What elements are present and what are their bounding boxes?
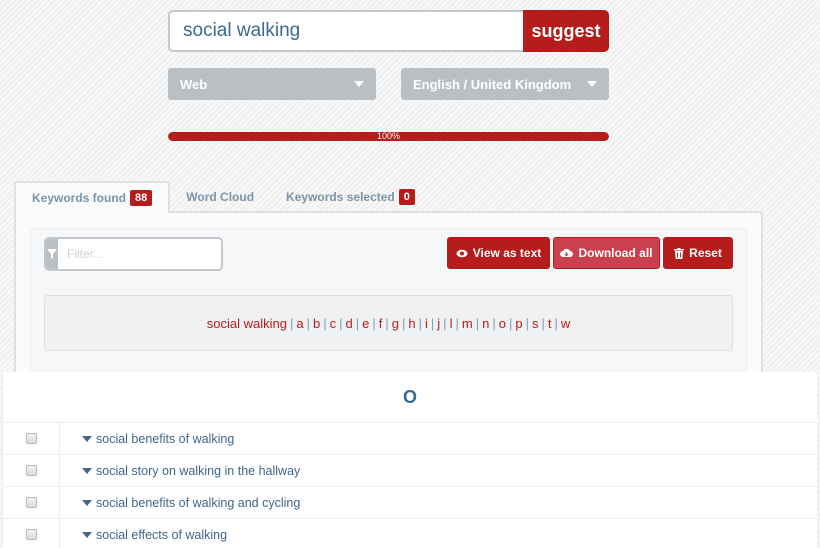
letter-link-c[interactable]: c [330, 316, 337, 331]
view-as-text-button[interactable]: View as text [447, 237, 550, 269]
keyword-toggle[interactable]: social benefits of walking [60, 432, 234, 446]
letter-link-s[interactable]: s [532, 316, 539, 331]
letter-separator: | [355, 315, 360, 331]
letter-link-a[interactable]: a [296, 316, 303, 331]
keyword-row: social effects of walking [3, 519, 817, 548]
letter-link-i[interactable]: i [425, 316, 428, 331]
letter-separator: | [306, 315, 310, 331]
letter-separator: | [475, 315, 480, 331]
letter-link-g[interactable]: g [392, 316, 399, 331]
letter-link-j[interactable]: j [437, 316, 440, 331]
letter-link-e[interactable]: e [362, 316, 369, 331]
letter-link-p[interactable]: p [515, 316, 522, 331]
letter-separator: | [541, 315, 545, 331]
letter-link-t[interactable]: t [548, 316, 552, 331]
letter-separator: | [372, 315, 376, 331]
checkbox-cell [3, 423, 60, 454]
letter-link-l[interactable]: l [450, 316, 453, 331]
keyword-row: social benefits of walking [3, 423, 817, 455]
suggest-button[interactable]: suggest [523, 10, 609, 52]
letter-separator: | [339, 315, 343, 331]
view-as-text-label: View as text [472, 246, 542, 260]
letter-link-b[interactable]: b [313, 316, 320, 331]
letter-separator: | [443, 315, 447, 331]
tab-word-cloud[interactable]: Word Cloud [170, 181, 270, 213]
keyword-toggle[interactable]: social story on walking in the hallway [60, 464, 300, 478]
letter-separator: | [525, 315, 529, 331]
keyword-checkbox[interactable] [25, 465, 37, 476]
letter-index: social walking | a | b | c | d | e | f | g | h | i | j | l | m | n… [44, 295, 733, 351]
eye-icon [456, 249, 468, 257]
letter-separator: | [401, 315, 406, 331]
letter-separator: | [323, 315, 327, 331]
trash-icon [674, 247, 685, 259]
checkbox-cell [3, 455, 60, 486]
search-bar: suggest [168, 10, 609, 52]
language-select-value: English / United Kingdom [413, 76, 572, 92]
caret-down-icon [82, 531, 92, 538]
keyword-checkbox[interactable] [25, 529, 37, 540]
keywords-found-badge: 88 [130, 190, 153, 206]
tab-keywords-found[interactable]: Keywords found 88 [14, 181, 171, 213]
keyword-row: social story on walking in the hallway [3, 455, 817, 487]
cloud-download-icon [560, 248, 574, 257]
letter-link-f[interactable]: f [379, 316, 383, 331]
letter-group-header: O [3, 372, 817, 423]
keyword-text: social story on walking in the hallway [96, 463, 301, 478]
tab-label: Word Cloud [186, 190, 255, 204]
keyword-checkbox[interactable] [25, 497, 37, 508]
source-select-value: Web [180, 76, 208, 92]
letter-separator: | [385, 315, 389, 331]
letter-separator: | [418, 315, 422, 331]
filter-icon [46, 239, 58, 269]
progress-label: 100% [376, 132, 401, 141]
tabs: Keywords found 88 Word Cloud Keywords se… [14, 181, 431, 213]
search-input[interactable] [168, 10, 523, 52]
keyword-checkbox[interactable] [25, 433, 37, 444]
filter-input[interactable] [58, 239, 221, 269]
letter-link-d[interactable]: d [345, 316, 352, 331]
keyword-toggle[interactable]: social effects of walking [60, 528, 227, 542]
download-all-label: Download all [578, 246, 653, 260]
progress-fill: 100% [168, 132, 609, 141]
progress-bar: 100% [168, 132, 609, 141]
tab-label: Keywords found [32, 191, 127, 205]
letter-link-m[interactable]: m [462, 316, 473, 331]
filter-field [44, 237, 223, 271]
chevron-down-icon [587, 81, 597, 87]
letter-separator: | [289, 315, 294, 331]
letter-separator: | [430, 315, 435, 331]
caret-down-icon [82, 499, 92, 506]
letter-separator: | [492, 315, 496, 331]
keyword-list: O social benefits of walking social story… [2, 372, 818, 548]
tab-label: Keywords selected [286, 190, 395, 204]
reset-label: Reset [689, 246, 722, 260]
keywords-selected-badge: 0 [398, 189, 415, 205]
source-select[interactable]: Web [168, 68, 376, 100]
reset-button[interactable]: Reset [663, 237, 733, 269]
letter-link-all[interactable]: social walking [207, 316, 287, 331]
letter-separator: | [508, 315, 513, 331]
keyword-text: social effects of walking [96, 527, 228, 542]
letter-link-o[interactable]: o [499, 316, 506, 331]
letter-separator: | [455, 315, 459, 331]
letter-link-w[interactable]: w [561, 316, 570, 331]
caret-down-icon [82, 467, 92, 474]
caret-down-icon [82, 435, 92, 442]
letter-separator: | [554, 315, 558, 331]
letter-link-h[interactable]: h [408, 316, 415, 331]
keyword-text: social benefits of walking [96, 431, 235, 446]
letter-link-n[interactable]: n [482, 316, 489, 331]
keyword-text: social benefits of walking and cycling [96, 495, 301, 510]
language-select[interactable]: English / United Kingdom [401, 68, 609, 100]
keyword-toggle[interactable]: social benefits of walking and cycling [60, 496, 300, 510]
download-all-button[interactable]: Download all [553, 237, 660, 269]
tab-keywords-selected[interactable]: Keywords selected 0 [270, 181, 431, 213]
keyword-row: social benefits of walking and cycling [3, 487, 817, 519]
checkbox-cell [3, 487, 60, 518]
chevron-down-icon [354, 81, 364, 87]
checkbox-cell [3, 519, 60, 548]
